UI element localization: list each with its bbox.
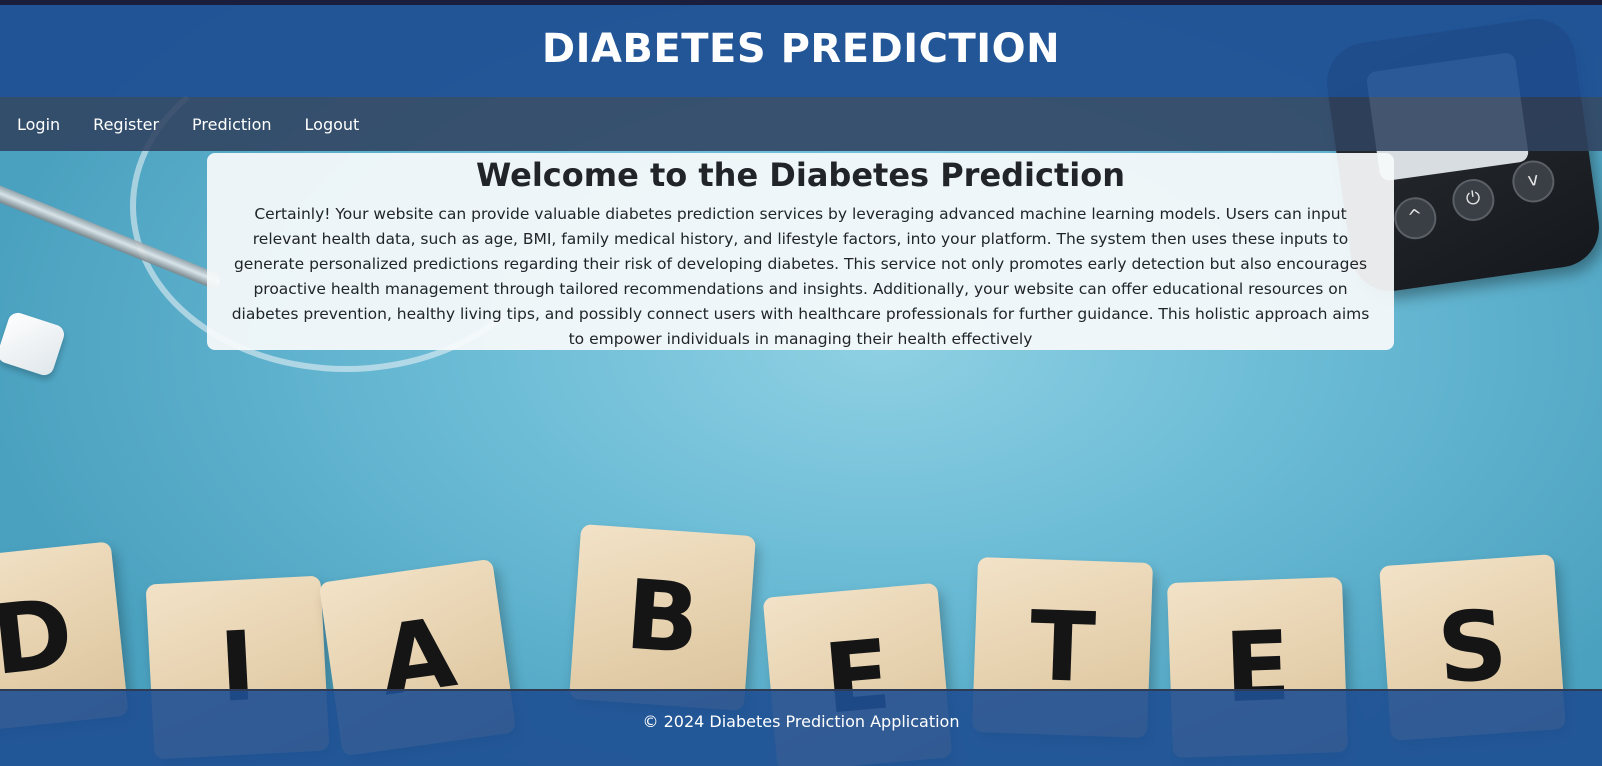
site-header: DIABETES PREDICTION [0, 0, 1602, 97]
main-nav: Login Register Prediction Logout [0, 97, 1602, 151]
tile-letter: B [569, 524, 756, 711]
site-title: DIABETES PREDICTION [541, 26, 1061, 72]
page: ^ ⏻ v D I A B E T E S DIABETES PREDICTIO… [0, 0, 1602, 766]
welcome-heading: Welcome to the Diabetes Prediction [475, 156, 1126, 194]
nav-login-link[interactable]: Login [17, 115, 60, 134]
meter-down-icon: v [1509, 157, 1558, 206]
welcome-description: Certainly! Your website can provide valu… [231, 205, 1370, 348]
welcome-card: Welcome to the Diabetes Prediction Certa… [207, 153, 1394, 350]
nav-logout-link[interactable]: Logout [305, 115, 360, 134]
sugar-cube-decoration [0, 310, 67, 378]
nav-prediction-link[interactable]: Prediction [192, 115, 271, 134]
site-footer: © 2024 Diabetes Prediction Application [0, 689, 1602, 766]
nav-register-link[interactable]: Register [93, 115, 159, 134]
meter-power-icon: ⏻ [1449, 176, 1498, 224]
copyright-text: © 2024 Diabetes Prediction Application [642, 712, 960, 731]
meter-up-icon: ^ [1391, 194, 1440, 242]
